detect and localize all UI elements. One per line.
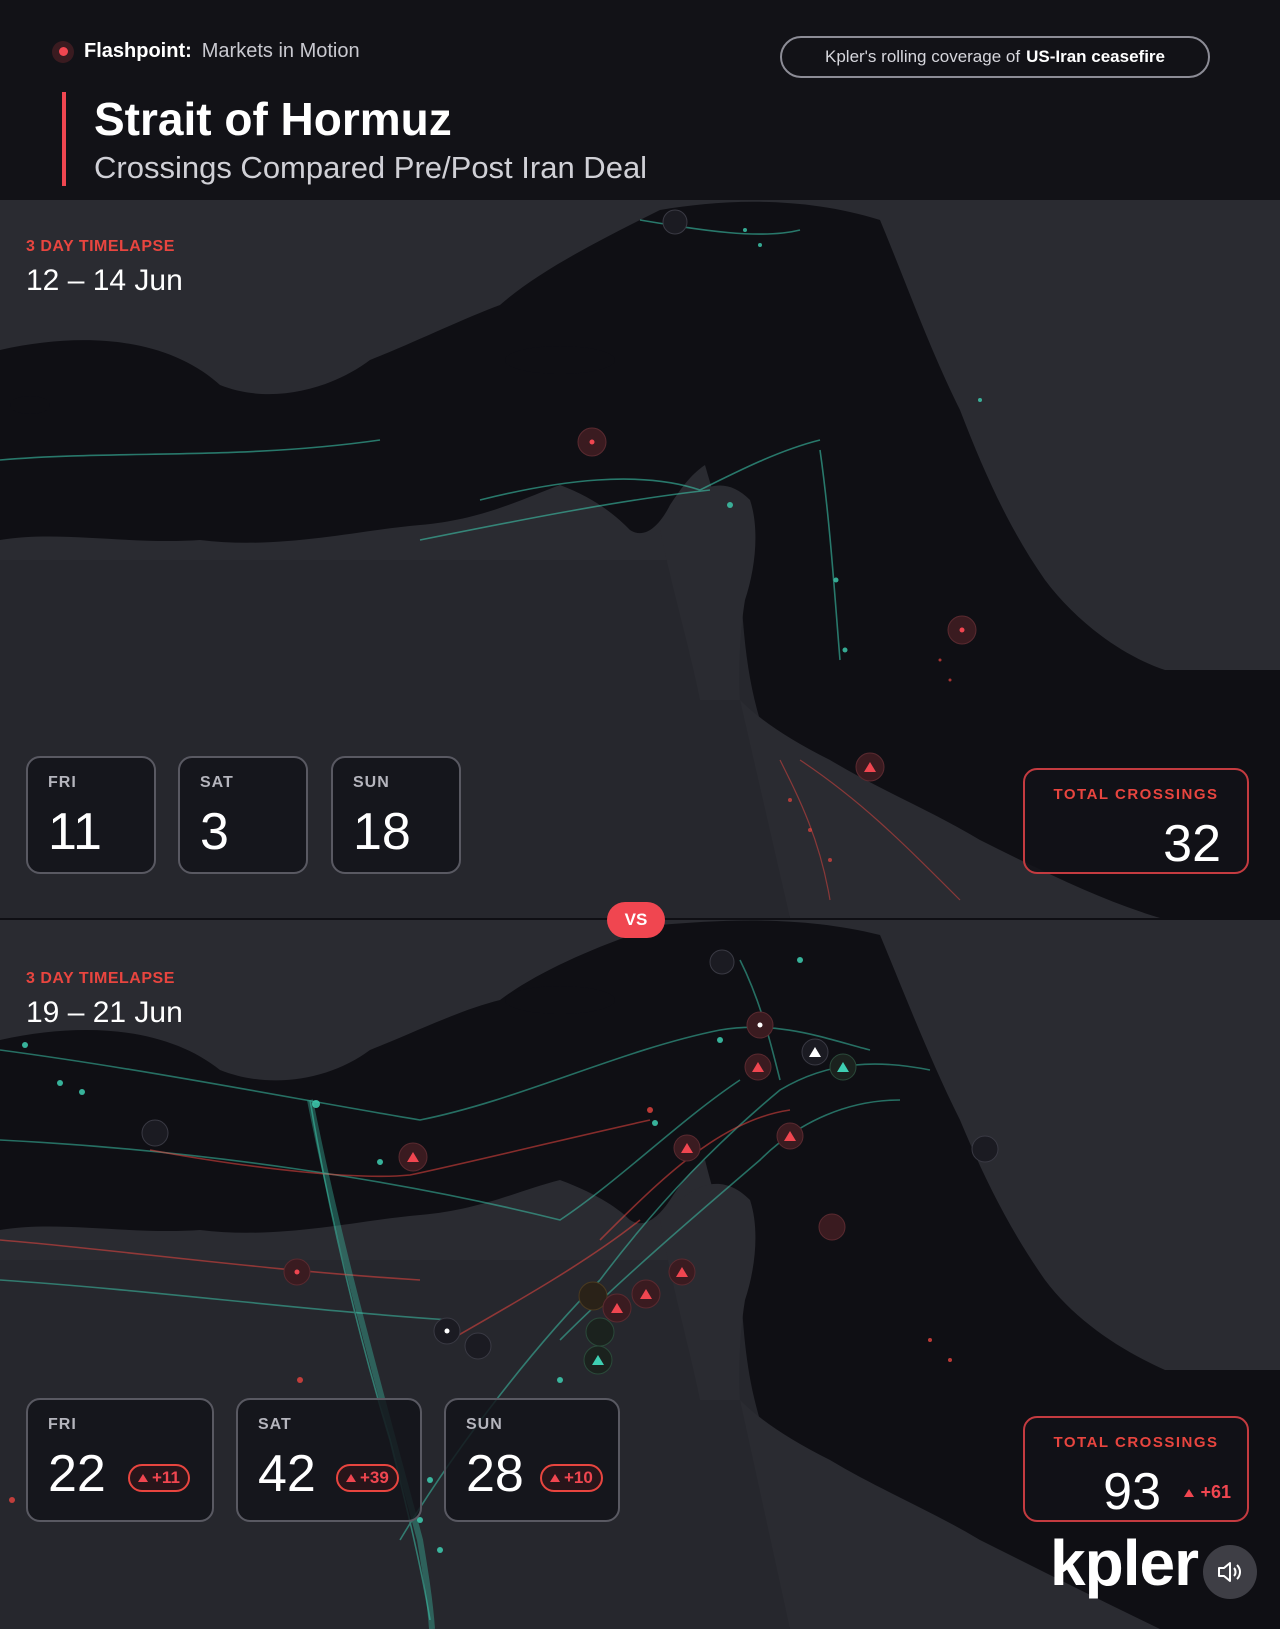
date-range-1: 12 – 14 Jun bbox=[26, 264, 183, 297]
day-card-sun-1: SUN 18 bbox=[331, 756, 461, 874]
day-delta-badge: +39 bbox=[336, 1464, 399, 1492]
day-value: 3 bbox=[200, 803, 229, 861]
day-value: 11 bbox=[48, 803, 102, 861]
day-card-fri-1: FRI 11 bbox=[26, 756, 156, 874]
vs-badge: VS bbox=[607, 902, 665, 938]
flashpoint-dot-icon bbox=[52, 40, 74, 63]
map-pre-deal: 3 DAY TIMELAPSE 12 – 14 Jun FRI 11 SAT 3… bbox=[0, 200, 1280, 918]
speaker-glyph bbox=[1218, 1562, 1241, 1582]
up-arrow-icon bbox=[1184, 1488, 1195, 1497]
timelapse-label-1: 3 DAY TIMELAPSE bbox=[26, 238, 175, 255]
vessel-marker bbox=[662, 209, 688, 235]
coverage-pill-topic: US-Iran ceasefire bbox=[1026, 47, 1165, 66]
up-arrow-icon bbox=[346, 1474, 356, 1482]
brand-series-name: Flashpoint: bbox=[84, 40, 192, 62]
up-arrow-icon bbox=[138, 1474, 148, 1482]
day-delta: +39 bbox=[360, 1468, 389, 1487]
island-qeshm bbox=[505, 986, 615, 1014]
day-value: 28 bbox=[466, 1445, 524, 1503]
brand: Flashpoint: Markets in Motion bbox=[52, 40, 360, 63]
total-delta-value: +61 bbox=[1200, 1482, 1231, 1502]
day-name: FRI bbox=[48, 774, 77, 791]
header: Flashpoint: Markets in Motion Kpler's ro… bbox=[0, 0, 1280, 200]
speaker-icon[interactable] bbox=[1203, 1545, 1257, 1599]
title-accent-bar bbox=[62, 92, 66, 186]
total-crossings-card-2: TOTAL CROSSINGS 93 +61 bbox=[1023, 1416, 1249, 1522]
page-title: Strait of Hormuz bbox=[94, 93, 452, 145]
day-card-sun-2: SUN 28 +10 bbox=[444, 1398, 620, 1522]
map-post-deal: 3 DAY TIMELAPSE 19 – 21 Jun FRI 22 +11 S… bbox=[0, 920, 1280, 1629]
day-name: SAT bbox=[258, 1416, 292, 1433]
day-name: SAT bbox=[200, 774, 234, 791]
timelapse-label-2: 3 DAY TIMELAPSE bbox=[26, 970, 175, 987]
kpler-logo: kpler bbox=[1050, 1527, 1199, 1599]
day-delta-badge: +10 bbox=[540, 1464, 603, 1492]
total-crossings-card-1: TOTAL CROSSINGS 32 bbox=[1023, 768, 1249, 874]
day-card-fri-2: FRI 22 +11 bbox=[26, 1398, 214, 1522]
day-card-sat-2: SAT 42 +39 bbox=[236, 1398, 422, 1522]
total-label: TOTAL CROSSINGS bbox=[1053, 1434, 1219, 1451]
map-post-deal-canvas bbox=[0, 920, 1280, 1629]
date-range-2: 19 – 21 Jun bbox=[26, 996, 183, 1029]
day-delta-badge: +11 bbox=[128, 1464, 190, 1492]
coverage-pill[interactable]: Kpler's rolling coverage of US-Iran ceas… bbox=[780, 36, 1210, 78]
day-name: SUN bbox=[353, 774, 390, 791]
total-label: TOTAL CROSSINGS bbox=[1053, 786, 1219, 803]
total-value: 32 bbox=[1163, 815, 1221, 873]
day-value: 22 bbox=[48, 1445, 106, 1503]
total-value: 93 bbox=[1103, 1463, 1161, 1521]
day-name: SUN bbox=[466, 1416, 503, 1433]
day-name: FRI bbox=[48, 1416, 77, 1433]
page-subtitle: Crossings Compared Pre/Post Iran Deal bbox=[94, 150, 648, 185]
up-arrow-icon bbox=[550, 1474, 560, 1482]
day-value: 42 bbox=[258, 1445, 316, 1503]
day-delta: +10 bbox=[564, 1468, 593, 1487]
day-value: 18 bbox=[353, 803, 411, 861]
day-card-sat-1: SAT 3 bbox=[178, 756, 308, 874]
total-delta: +61 bbox=[1184, 1482, 1231, 1503]
island-qeshm bbox=[505, 346, 615, 374]
coverage-pill-text: Kpler's rolling coverage of bbox=[825, 47, 1021, 66]
day-delta: +11 bbox=[152, 1468, 180, 1487]
brand-series-subtitle: Markets in Motion bbox=[201, 40, 360, 62]
island-tonb bbox=[10, 396, 50, 414]
